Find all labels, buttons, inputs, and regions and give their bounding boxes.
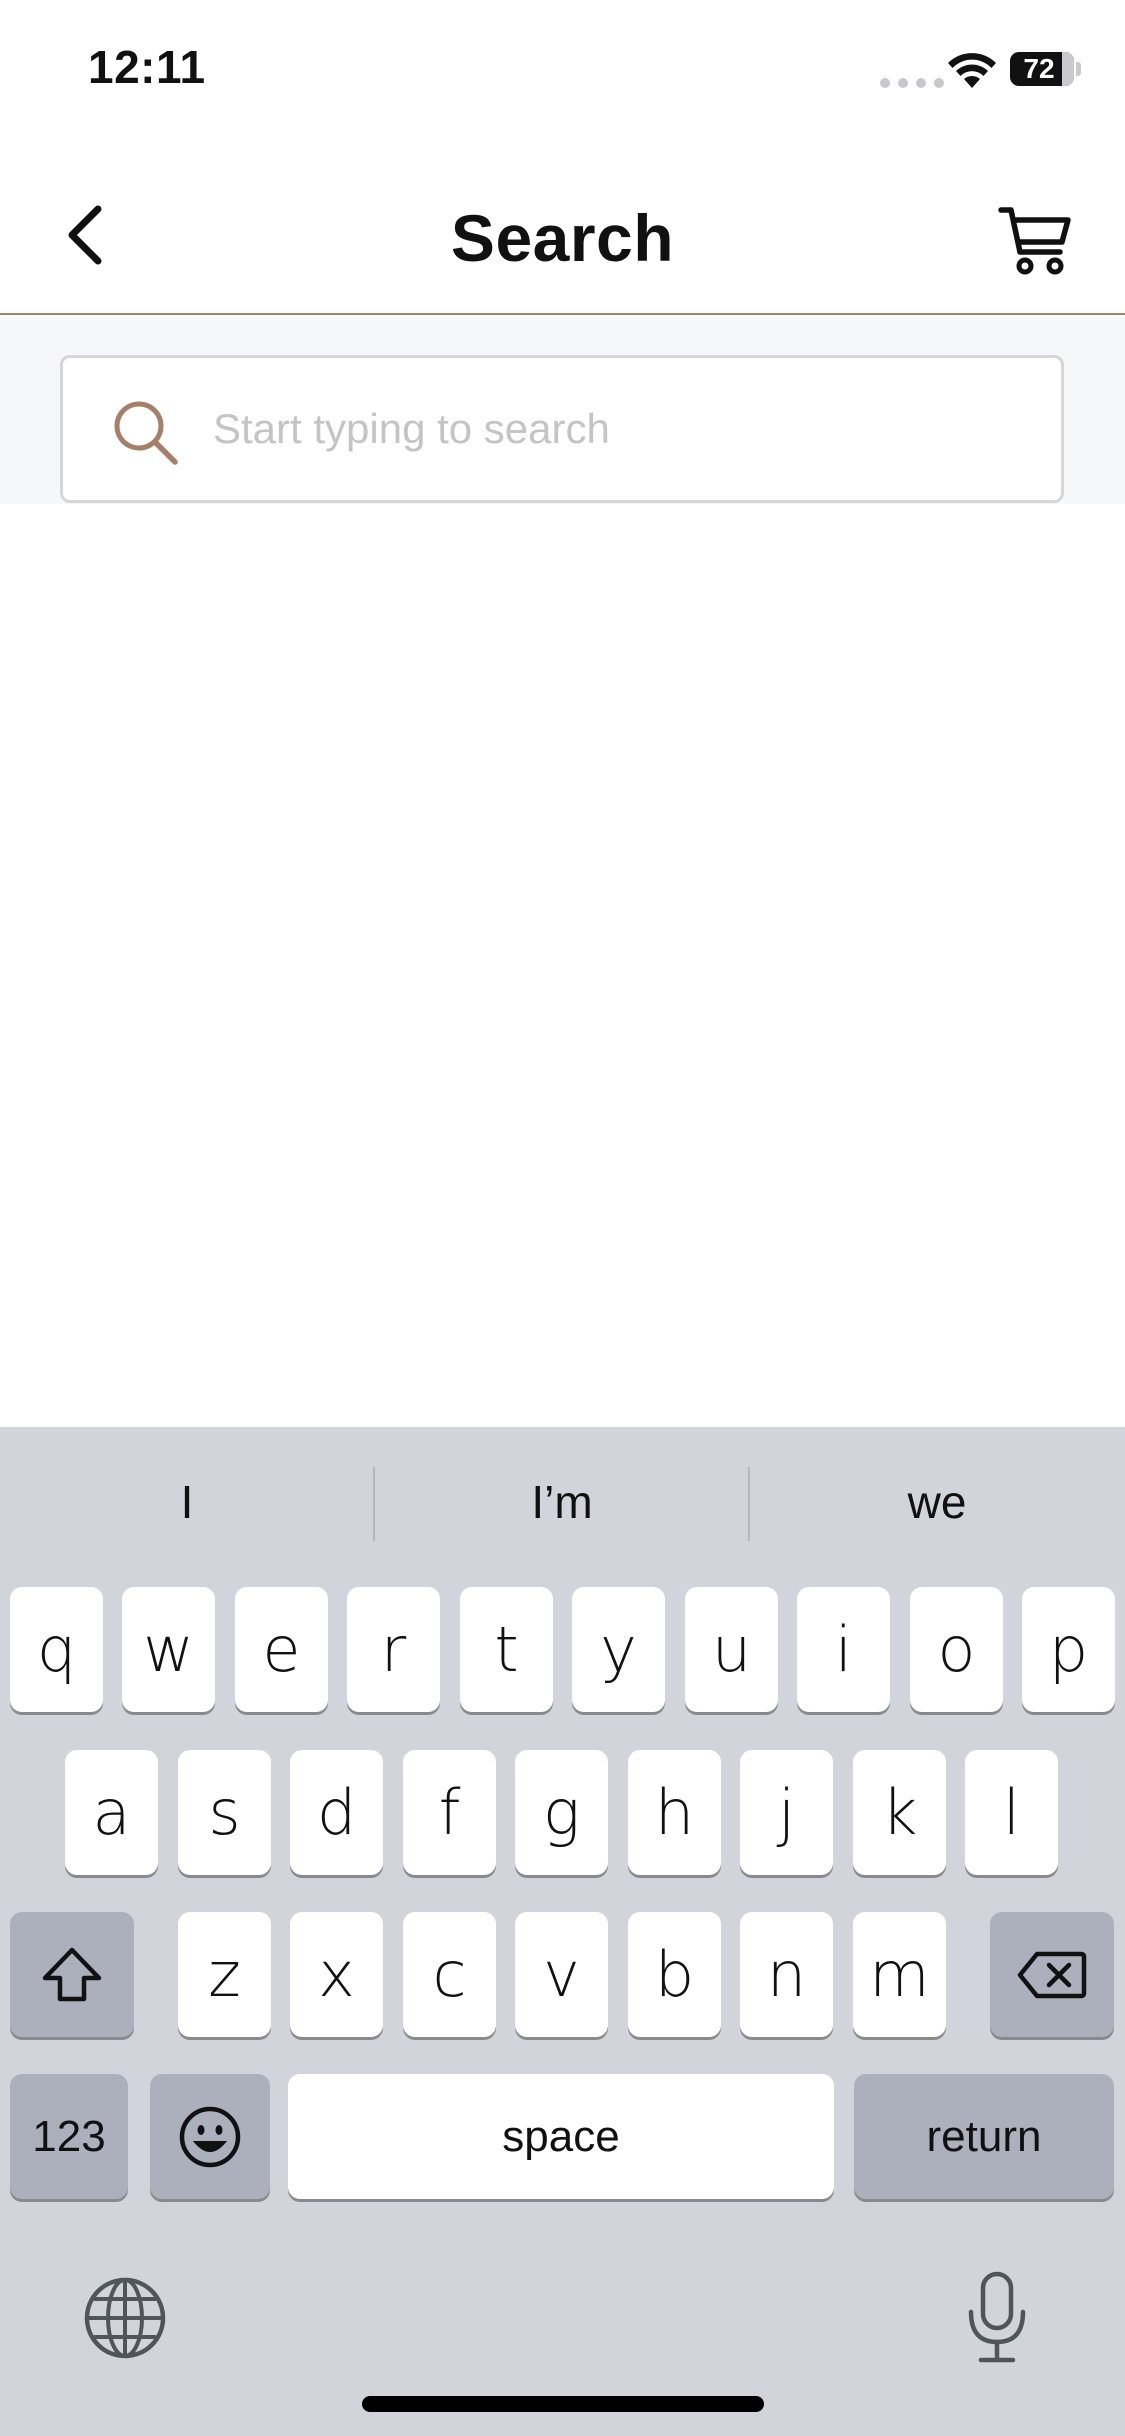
key-j[interactable]: j	[740, 1750, 833, 1875]
battery-nub	[1076, 62, 1081, 76]
return-key[interactable]: return	[854, 2074, 1114, 2199]
delete-key[interactable]	[990, 1912, 1114, 2037]
cart-icon	[998, 207, 1071, 275]
key-y[interactable]: y	[572, 1587, 665, 1712]
battery-icon: 72	[1010, 52, 1074, 86]
cart-button[interactable]	[990, 195, 1080, 285]
suggestion-2[interactable]: I’m	[375, 1467, 749, 1537]
key-i[interactable]: i	[797, 1587, 890, 1712]
globe-icon[interactable]	[82, 2275, 168, 2361]
key-g[interactable]: g	[515, 1750, 608, 1875]
key-m[interactable]: m	[853, 1912, 946, 2037]
search-box[interactable]	[60, 355, 1064, 503]
key-e[interactable]: e	[235, 1587, 328, 1712]
nav-bar: Search	[0, 150, 1125, 315]
emoji-icon	[179, 2106, 241, 2167]
key-t[interactable]: t	[460, 1587, 553, 1712]
delete-icon	[1017, 1951, 1087, 1998]
key-o[interactable]: o	[910, 1587, 1003, 1712]
key-l[interactable]: l	[965, 1750, 1058, 1875]
key-a[interactable]: a	[65, 1750, 158, 1875]
mic-icon[interactable]	[965, 2270, 1029, 2366]
suggestion-3[interactable]: we	[750, 1467, 1124, 1537]
search-input[interactable]	[213, 358, 1033, 500]
key-h[interactable]: h	[628, 1750, 721, 1875]
key-f[interactable]: f	[403, 1750, 496, 1875]
shift-key[interactable]	[10, 1912, 134, 2037]
key-w[interactable]: w	[122, 1587, 215, 1712]
key-d[interactable]: d	[290, 1750, 383, 1875]
cellular-signal-icon	[880, 78, 944, 88]
key-v[interactable]: v	[515, 1912, 608, 2037]
key-c[interactable]: c	[403, 1912, 496, 2037]
key-x[interactable]: x	[290, 1912, 383, 2037]
space-key[interactable]: space	[288, 2074, 834, 2199]
page-title: Search	[450, 201, 675, 275]
status-bar: 12:11 72	[0, 0, 1125, 140]
wifi-icon	[948, 53, 996, 88]
key-n[interactable]: n	[740, 1912, 833, 2037]
key-q[interactable]: q	[10, 1587, 103, 1712]
search-icon	[114, 401, 178, 465]
key-u[interactable]: u	[685, 1587, 778, 1712]
shift-icon	[42, 1947, 102, 2001]
suggestion-1[interactable]: I	[0, 1467, 374, 1537]
suggestion-bar: I I’m we	[0, 1427, 1125, 1577]
emoji-key[interactable]	[150, 2074, 270, 2199]
numbers-key[interactable]: 123	[10, 2074, 128, 2199]
status-time: 12:11	[88, 41, 206, 93]
key-r[interactable]: r	[347, 1587, 440, 1712]
home-indicator	[362, 2396, 764, 2412]
key-b[interactable]: b	[628, 1912, 721, 2037]
key-s[interactable]: s	[178, 1750, 271, 1875]
key-z[interactable]: z	[178, 1912, 271, 2037]
search-area	[0, 317, 1125, 504]
key-p[interactable]: p	[1022, 1587, 1115, 1712]
battery-level: 72	[1023, 53, 1055, 84]
key-k[interactable]: k	[853, 1750, 946, 1875]
